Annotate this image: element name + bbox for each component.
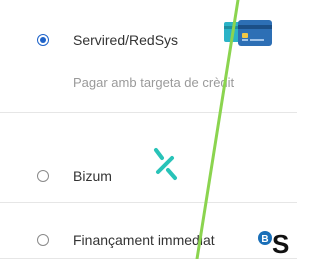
- radio-redsys[interactable]: [37, 34, 49, 46]
- credit-card-icon: [224, 18, 272, 48]
- payment-option-bizum[interactable]: Bizum: [0, 113, 297, 202]
- radio-financing[interactable]: [37, 234, 49, 246]
- payment-option-financing[interactable]: Finançament immediat B S: [0, 203, 297, 259]
- bizum-label: Bizum: [73, 168, 112, 184]
- bizum-logo: [150, 146, 182, 182]
- payment-option-redsys[interactable]: Servired/RedSys Pagar amb targeta de crè…: [0, 0, 297, 108]
- radio-bizum[interactable]: [37, 170, 49, 182]
- payment-methods-panel: Servired/RedSys Pagar amb targeta de crè…: [0, 0, 297, 259]
- bs-logo-letter: S: [272, 229, 290, 259]
- financing-label: Finançament immediat: [73, 232, 215, 248]
- redsys-label: Servired/RedSys: [73, 32, 179, 48]
- svg-text:B: B: [261, 234, 268, 245]
- redsys-description: Pagar amb targeta de crèdit: [73, 75, 235, 90]
